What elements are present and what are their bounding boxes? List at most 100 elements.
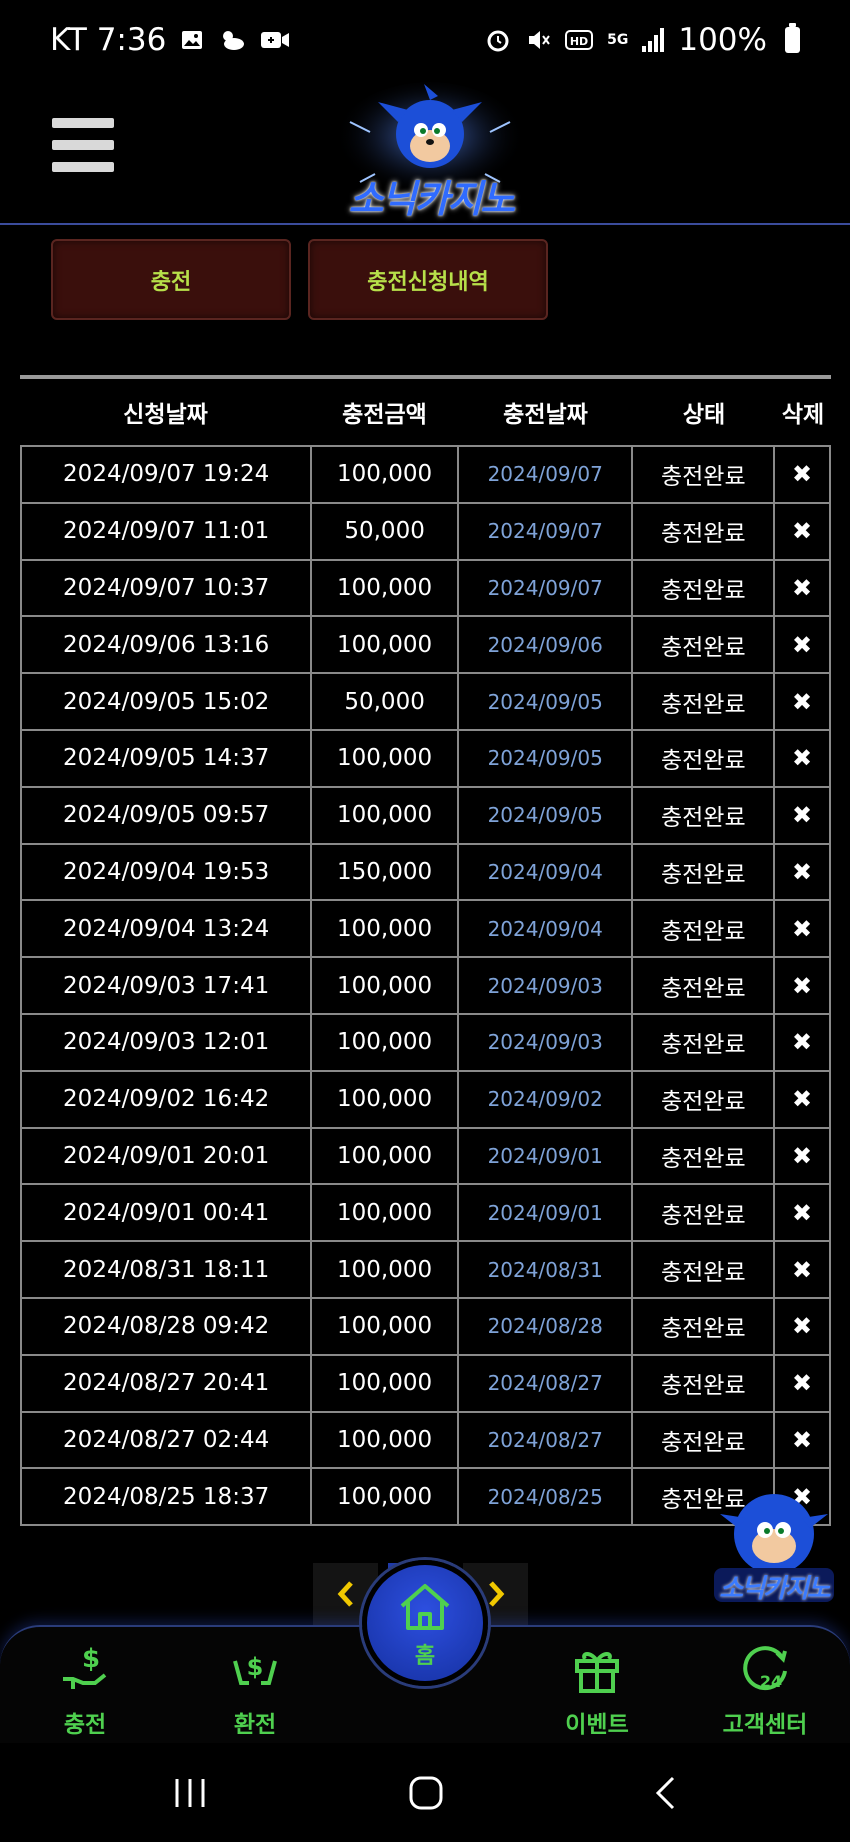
- request-date-cell: 2024/09/03 17:41: [22, 958, 313, 1015]
- charge-date-cell: 2024/08/25: [458, 1469, 634, 1527]
- amount-cell: 100,000: [312, 901, 459, 959]
- home-system-button[interactable]: [406, 1773, 446, 1813]
- gallery-icon: [180, 28, 204, 52]
- sonic-casino-logo[interactable]: 소닉카지노: [320, 82, 540, 221]
- status-cell: 충전완료: [633, 1412, 776, 1470]
- charge-date-cell: 2024/09/05: [458, 730, 634, 788]
- charge-date-cell: 2024/09/02: [458, 1071, 634, 1129]
- table-row: 2024/08/27 02:44 100,000 2024/08/27 충전완료 ✖: [22, 1412, 831, 1470]
- signal-icon: [642, 28, 665, 52]
- svg-text:$: $: [82, 1644, 100, 1674]
- floating-sonic-badge[interactable]: 소닉카지노: [710, 1488, 838, 1608]
- delete-button[interactable]: ✖: [775, 503, 831, 561]
- delete-button[interactable]: ✖: [775, 1355, 831, 1413]
- request-date-cell: 2024/09/05 14:37: [22, 730, 313, 788]
- menu-bar: [52, 140, 114, 150]
- delete-button[interactable]: ✖: [775, 901, 831, 959]
- delete-button[interactable]: ✖: [775, 730, 831, 788]
- request-date-cell: 2024/09/05 15:02: [22, 674, 313, 731]
- recent-apps-icon: [175, 1779, 205, 1807]
- status-cell: 충전완료: [633, 901, 776, 959]
- request-date-cell: 2024/09/02 16:42: [22, 1071, 313, 1129]
- charge-date-cell: 2024/09/01: [458, 1128, 634, 1186]
- table-body: 2024/09/07 19:24 100,000 2024/09/07 충전완료 ✖ 20…: [20, 445, 831, 1527]
- amount-cell: 100,000: [312, 1298, 459, 1356]
- status-cell: 충전완료: [633, 1355, 776, 1413]
- delete-button[interactable]: ✖: [775, 1071, 831, 1129]
- delete-button[interactable]: ✖: [775, 1412, 831, 1470]
- status-cell: 충전완료: [633, 447, 776, 504]
- status-right: HD 5G 100%: [485, 22, 800, 58]
- charge-date-cell: 2024/09/03: [458, 958, 634, 1015]
- chevron-left-icon: [337, 1581, 353, 1607]
- charge-date-cell: 2024/09/04: [458, 844, 634, 902]
- amount-cell: 150,000: [312, 844, 459, 902]
- nav-home-label: 홈: [414, 1644, 436, 1669]
- nav-home[interactable]: 홈: [362, 1560, 488, 1686]
- amount-cell: 50,000: [312, 674, 459, 731]
- table-row: 2024/09/07 10:37 100,000 2024/09/07 충전완료 ✖: [22, 560, 831, 618]
- nav-support[interactable]: 24 고객센터: [700, 1641, 830, 1739]
- table-row: 2024/08/31 18:11 100,000 2024/08/31 충전완료 ✖: [22, 1242, 831, 1299]
- delete-button[interactable]: ✖: [775, 1014, 831, 1072]
- nav-withdraw[interactable]: $ 환전: [190, 1641, 320, 1739]
- delete-button[interactable]: ✖: [775, 560, 831, 618]
- request-date-cell: 2024/09/07 19:24: [22, 447, 313, 504]
- header-amount: 충전금액: [342, 402, 427, 428]
- charge-date-cell: 2024/08/27: [458, 1355, 634, 1413]
- charge-date-cell: 2024/09/06: [458, 617, 634, 675]
- status-cell: 충전완료: [633, 1014, 776, 1072]
- amount-cell: 100,000: [312, 617, 459, 675]
- header-request-date: 신청날짜: [123, 402, 208, 428]
- status-cell: 충전완료: [633, 958, 776, 1015]
- delete-button[interactable]: ✖: [775, 844, 831, 902]
- delete-button[interactable]: ✖: [775, 1185, 831, 1243]
- status-cell: 충전완료: [633, 617, 776, 675]
- delete-button[interactable]: ✖: [775, 1298, 831, 1356]
- amount-cell: 100,000: [312, 560, 459, 618]
- table-row: 2024/09/01 20:01 100,000 2024/09/01 충전완료 ✖: [22, 1128, 831, 1186]
- table-row: 2024/08/27 20:41 100,000 2024/08/27 충전완료 ✖: [22, 1355, 831, 1413]
- nav-charge[interactable]: $ 충전: [20, 1641, 150, 1739]
- charge-date-cell: 2024/09/01: [458, 1185, 634, 1243]
- video-call-icon: [260, 28, 290, 52]
- charge-date-cell: 2024/09/04: [458, 901, 634, 959]
- amount-cell: 100,000: [312, 1185, 459, 1243]
- nav-charge-label: 충전: [63, 1712, 107, 1738]
- delete-button[interactable]: ✖: [775, 617, 831, 675]
- tab-charge[interactable]: 충전: [51, 239, 291, 320]
- nav-event[interactable]: 이벤트: [532, 1641, 662, 1739]
- table-row: 2024/09/05 14:37 100,000 2024/09/05 충전완료 ✖: [22, 730, 831, 788]
- home-icon: [400, 1584, 450, 1630]
- amount-cell: 100,000: [312, 958, 459, 1015]
- delete-button[interactable]: ✖: [775, 1242, 831, 1299]
- delete-button[interactable]: ✖: [775, 787, 831, 845]
- charge-date-cell: 2024/08/28: [458, 1298, 634, 1356]
- charge-date-cell: 2024/08/27: [458, 1412, 634, 1470]
- nav-event-label: 이벤트: [565, 1712, 629, 1738]
- recent-apps-button[interactable]: [170, 1773, 210, 1813]
- table-row: 2024/09/06 13:16 100,000 2024/09/06 충전완료 ✖: [22, 617, 831, 675]
- charge-date-cell: 2024/09/03: [458, 1014, 634, 1072]
- delete-button[interactable]: ✖: [775, 958, 831, 1015]
- hand-dollar-icon: $: [63, 1644, 107, 1689]
- delete-button[interactable]: ✖: [775, 447, 831, 504]
- menu-button[interactable]: [52, 118, 114, 172]
- table-row: 2024/09/05 15:02 50,000 2024/09/05 충전완료 ✖: [22, 674, 831, 731]
- charge-date-cell: 2024/09/05: [458, 674, 634, 731]
- chevron-right-icon: [488, 1581, 504, 1607]
- request-date-cell: 2024/08/27 20:41: [22, 1355, 313, 1413]
- request-date-cell: 2024/08/31 18:11: [22, 1242, 313, 1299]
- amount-cell: 100,000: [312, 1412, 459, 1470]
- table-row: 2024/09/04 19:53 150,000 2024/09/04 충전완료 ✖: [22, 844, 831, 902]
- menu-bar: [52, 162, 114, 172]
- back-button[interactable]: [650, 1773, 680, 1813]
- tab-charge-history[interactable]: 충전신청내역: [308, 239, 548, 320]
- amount-cell: 50,000: [312, 503, 459, 561]
- status-cell: 충전완료: [633, 1185, 776, 1243]
- network-5g-icon: 5G: [607, 32, 629, 48]
- delete-button[interactable]: ✖: [775, 1128, 831, 1186]
- battery-percent: 100%: [678, 22, 767, 58]
- delete-button[interactable]: ✖: [775, 674, 831, 731]
- table-row: 2024/09/04 13:24 100,000 2024/09/04 충전완료 ✖: [22, 901, 831, 959]
